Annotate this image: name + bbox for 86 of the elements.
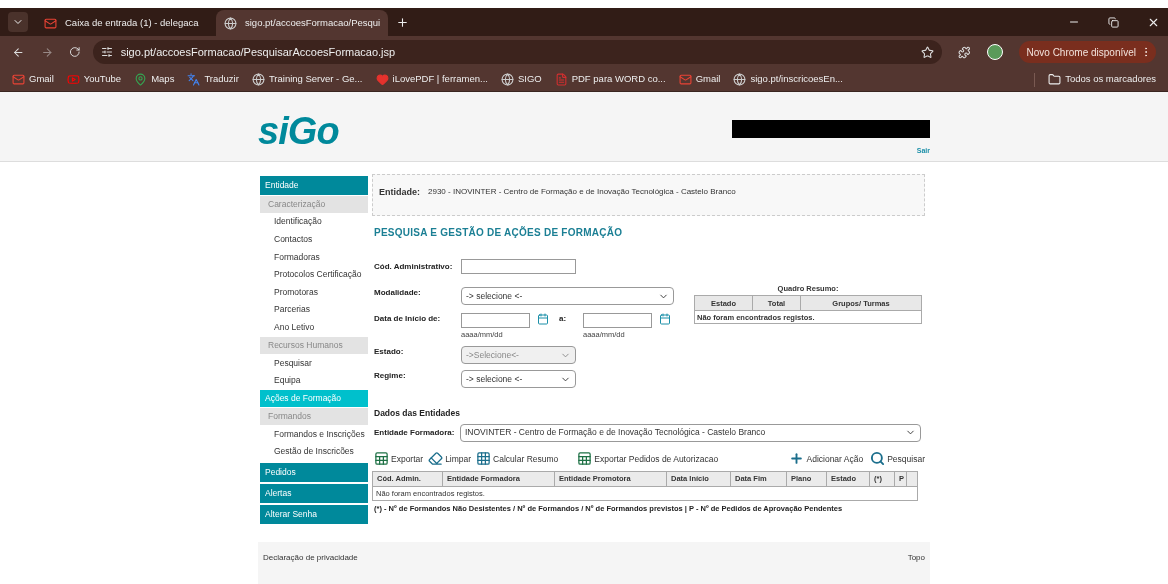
field-label: a: [559,313,568,325]
dropdown[interactable]: INOVINTER - Centro de Formação e de Inovação Tecnológica - Castelo Branco [460,423,921,442]
globe-icon [500,73,514,86]
bookmark[interactable]: Training Server - Ge... [251,72,363,87]
toolbar-link[interactable]: Exportar Pedidos de Autorizacao [577,450,719,466]
eraser-icon [428,450,444,466]
translate-icon [187,73,201,86]
logo[interactable]: siGo [258,112,339,161]
restore-icon[interactable] [1108,16,1119,28]
play-icon [66,73,80,86]
bookmark[interactable]: iLovePDF | ferramen... [375,72,488,87]
globe-icon [733,73,747,86]
globe-icon [251,73,265,86]
reload-icon[interactable] [69,46,81,58]
search-icon [870,450,886,466]
bookmark[interactable]: Maps [134,72,175,87]
sidebar-item[interactable]: Formandos e Inscrições [260,425,368,443]
grid-icon [476,450,492,466]
field-label: Regime: [374,370,407,382]
bookmark[interactable]: PDF para WORD co... [554,72,666,87]
bookmark[interactable]: Gmail [12,72,54,87]
site-settings-icon[interactable] [100,46,113,58]
entity-value: 2930 - INOVINTER - Centro de Formação e de Inovação Tecnológica - Castelo Branco [428,186,736,198]
mail-icon [12,73,25,86]
calendar-icon[interactable] [659,313,671,325]
star-icon[interactable] [921,45,935,59]
mail-icon [678,73,692,86]
field-label: Estado: [374,346,405,358]
field-label: Modalidade: [374,287,422,299]
bookmark[interactable]: sigo.pt/inscricoesEn... [733,72,843,87]
field-label: Entidade Formadora: [374,426,456,439]
sidebar-item[interactable]: Equipa [260,371,368,390]
sidebar-item[interactable]: Alertas [260,483,368,503]
sidebar-item[interactable]: Formadoras [260,248,368,266]
sidebar-item[interactable]: Pedidos [260,462,368,482]
address-bar[interactable]: sigo.pt/accoesFormacao/PesquisarAccoesFormacao.jsp [92,40,943,64]
sidebar-item[interactable]: Parcerias [260,300,368,319]
plus-icon [789,450,805,466]
privacy-link[interactable]: Declaração de privacidade [263,552,358,564]
top-link[interactable]: Topo [907,552,925,564]
sidebar-item[interactable]: Gestão de Inscricões [260,442,368,461]
toolbar-link[interactable]: Calcular Resumo [476,450,559,466]
mail-icon [44,16,57,30]
browser-tab[interactable]: sigo.pt/accoesFormacao/Pesqui [216,10,388,36]
field-label: Cód. Administrativo: [374,261,454,273]
sidebar-item[interactable]: Protocolos Certificação [260,265,368,284]
browser-tab[interactable]: Caixa de entrada (1) - delegaca [36,10,208,36]
spreadsheet-icon [577,450,593,466]
field-label: Data de Início de: [374,313,442,325]
back-icon[interactable] [12,45,25,59]
sidebar-item[interactable]: Identificação [260,213,368,231]
toolbar-link[interactable]: Exportar [374,450,424,466]
extensions-icon[interactable] [958,45,971,59]
date-field[interactable] [461,313,530,328]
section-title: Dados das Entidades [374,407,461,420]
sidebar-item[interactable]: Alterar Senha [260,504,368,524]
all-bookmarks[interactable]: Todos os marcadores [1048,72,1156,87]
page-title: PESQUISA E GESTÃO DE AÇÕES DE FORMAÇÃO [374,225,624,240]
globe-icon [224,16,237,30]
document-icon [554,73,568,86]
text-field[interactable] [461,259,576,274]
calendar-icon[interactable] [537,313,549,325]
sidebar-item[interactable]: Contactos [260,230,368,249]
sidebar-item[interactable]: Entidade [260,176,368,195]
sidebar-item[interactable]: Ano Letivo [260,318,368,337]
toolbar-link[interactable]: Limpar [428,450,472,466]
dropdown[interactable]: -> selecione <- [461,370,576,388]
avatar[interactable] [987,44,1003,60]
toolbar-link[interactable]: Pesquisar [870,450,925,466]
new-tab-icon[interactable] [396,15,409,29]
entity-label: Entidade: [379,186,420,199]
spreadsheet-icon [374,450,389,466]
dropdown[interactable]: -> selecione <- [461,287,674,305]
sidebar-item[interactable]: Pesquisar [260,354,368,372]
bookmark[interactable]: SIGO [500,72,542,87]
date-field[interactable] [583,313,652,328]
update-button[interactable]: Novo Chrome disponível [1018,41,1156,63]
sidebar-item[interactable]: Promotoras [260,283,368,301]
toolbar-link[interactable]: Adicionar Ação [789,450,864,466]
tab-search-button[interactable] [8,12,28,32]
bookmark[interactable]: YouTube [66,72,122,87]
heart-icon [375,73,389,86]
bookmark[interactable]: Traduzir [187,72,239,87]
map-pin-icon [134,73,148,86]
bookmark[interactable]: Gmail [678,72,721,87]
folder-icon [1048,73,1062,86]
